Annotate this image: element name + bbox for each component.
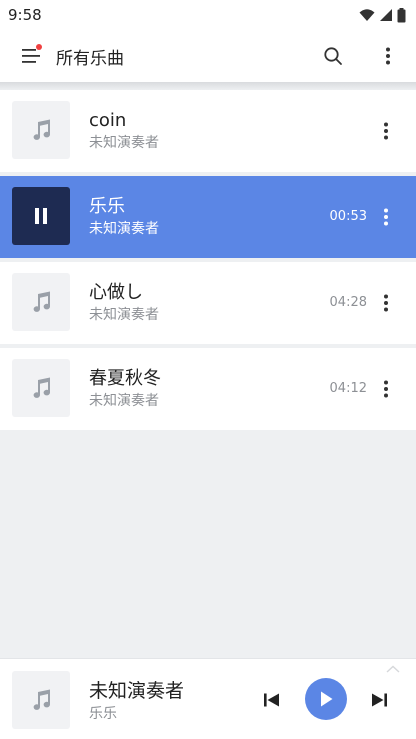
battery-icon <box>397 7 406 22</box>
page-title: 所有乐曲 <box>56 48 124 69</box>
more-vertical-icon <box>384 294 388 312</box>
more-vertical-icon <box>384 208 388 226</box>
song-list-item[interactable]: 心做し 未知演奏者 04:28 <box>0 262 416 344</box>
mini-player[interactable]: 未知演奏者 乐乐 <box>0 658 416 739</box>
song-cover-playing[interactable] <box>12 187 70 245</box>
song-title: 春夏秋冬 <box>89 368 161 389</box>
song-title: coin <box>89 110 127 131</box>
song-duration: 04:12 <box>329 381 367 396</box>
song-artist: 未知演奏者 <box>89 307 159 323</box>
player-title: 未知演奏者 <box>89 680 185 702</box>
app-bar-shadow <box>0 82 416 90</box>
song-list-item[interactable]: 春夏秋冬 未知演奏者 04:12 <box>0 348 416 430</box>
music-note-icon <box>33 291 51 312</box>
more-options-button[interactable] <box>374 42 402 70</box>
search-button[interactable] <box>319 42 347 70</box>
more-vertical-icon <box>386 47 390 65</box>
chevron-up-icon[interactable] <box>386 665 400 673</box>
music-note-icon <box>33 119 51 140</box>
song-artist: 未知演奏者 <box>89 135 159 151</box>
status-bar: 9:58 <box>0 0 416 30</box>
song-cover <box>12 273 70 331</box>
play-button[interactable] <box>305 678 347 720</box>
play-icon <box>321 691 333 707</box>
song-list-item[interactable]: coin 未知演奏者 <box>0 90 416 172</box>
song-more-button[interactable] <box>376 207 396 227</box>
previous-button[interactable] <box>259 687 285 713</box>
wifi-icon <box>359 9 375 21</box>
next-button[interactable] <box>366 687 392 713</box>
song-artist: 未知演奏者 <box>89 221 159 237</box>
more-vertical-icon <box>384 122 388 140</box>
song-duration: 04:28 <box>329 295 367 310</box>
player-cover <box>12 671 70 729</box>
music-note-icon <box>33 689 51 710</box>
signal-icon <box>380 9 392 21</box>
song-cover <box>12 359 70 417</box>
song-list-item-playing[interactable]: 乐乐 未知演奏者 00:53 <box>0 176 416 258</box>
notification-dot <box>36 44 42 50</box>
song-title: 乐乐 <box>89 196 125 217</box>
skip-previous-icon <box>264 693 279 707</box>
app-bar: 所有乐曲 <box>0 30 416 82</box>
song-duration: 00:53 <box>329 209 367 224</box>
song-artist: 未知演奏者 <box>89 393 159 409</box>
song-more-button[interactable] <box>376 293 396 313</box>
more-vertical-icon <box>384 380 388 398</box>
music-note-icon <box>33 377 51 398</box>
menu-button[interactable] <box>16 42 44 70</box>
search-icon <box>324 47 342 65</box>
menu-icon <box>22 49 40 63</box>
song-more-button[interactable] <box>376 121 396 141</box>
status-icons <box>359 7 406 23</box>
song-cover <box>12 101 70 159</box>
player-subtitle: 乐乐 <box>89 706 117 722</box>
song-more-button[interactable] <box>376 379 396 399</box>
song-title: 心做し <box>89 282 143 303</box>
status-time: 9:58 <box>8 6 42 24</box>
skip-next-icon <box>372 693 387 707</box>
pause-icon <box>35 208 47 224</box>
